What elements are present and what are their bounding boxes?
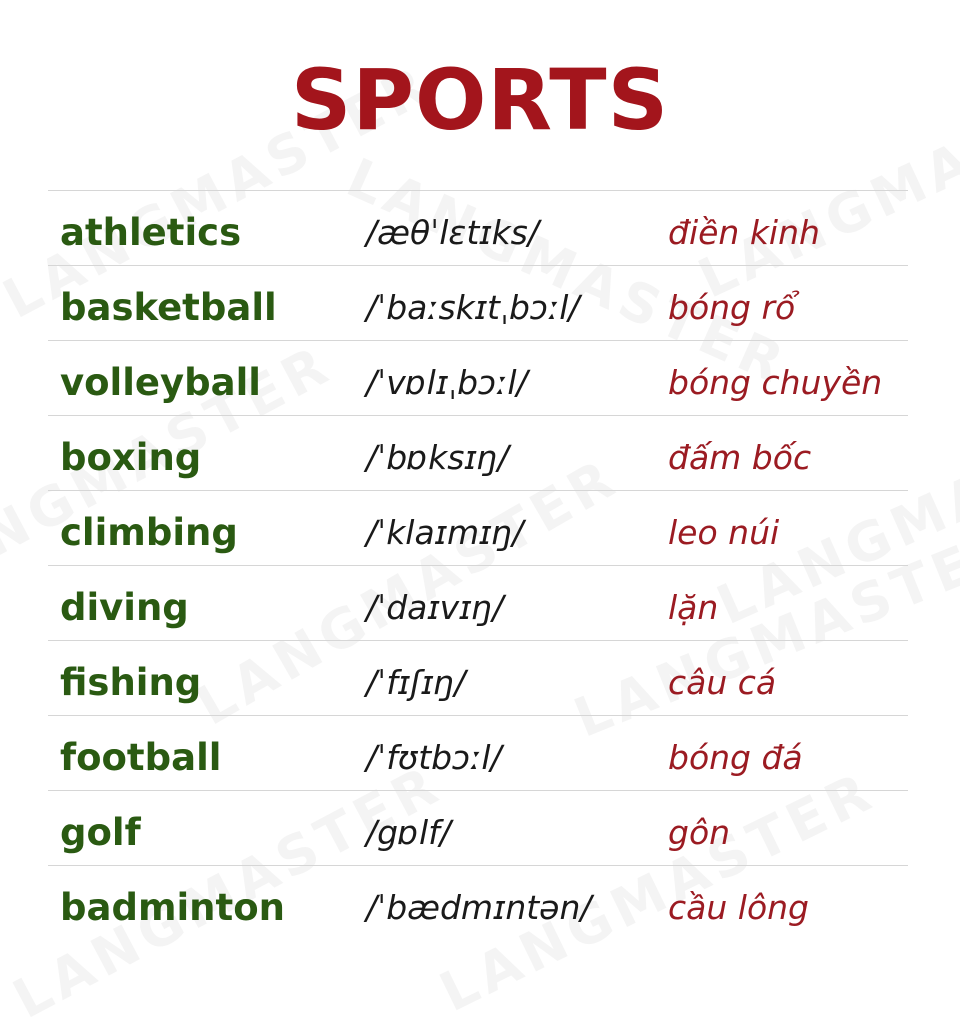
vocab-meaning: lặn xyxy=(668,588,719,627)
vocab-word: basketball xyxy=(60,286,277,329)
vocab-row: football /ˈfʊtbɔːl/ bóng đá xyxy=(48,716,908,791)
vocab-pronunciation: /ˈbædmɪntən/ xyxy=(366,888,592,927)
page-title: SPORTS xyxy=(290,51,670,149)
vocab-meaning: bóng rổ xyxy=(668,288,796,327)
vocab-meaning: leo núi xyxy=(668,513,780,552)
vocab-pronunciation: /ˈklaɪmɪŋ/ xyxy=(366,513,524,552)
vocab-row: diving /ˈdaɪvɪŋ/ lặn xyxy=(48,566,908,641)
vocab-pronunciation: /gɒlf/ xyxy=(366,813,451,852)
vocab-pronunciation: /ˈbɒksɪŋ/ xyxy=(366,438,509,477)
vocab-meaning: điền kinh xyxy=(668,213,820,252)
vocab-word: climbing xyxy=(60,511,238,554)
vocab-meaning: câu cá xyxy=(668,663,777,702)
vocab-word: athletics xyxy=(60,211,242,254)
vocab-meaning: bóng đá xyxy=(668,738,803,777)
vocab-pronunciation: /æθˈlɛtɪks/ xyxy=(366,213,539,252)
vocab-word: diving xyxy=(60,586,189,629)
vocabulary-table: athletics /æθˈlɛtɪks/ điền kinh basketba… xyxy=(48,190,908,940)
vocab-word: football xyxy=(60,736,222,779)
vocab-pronunciation: /ˈdaɪvɪŋ/ xyxy=(366,588,504,627)
vocab-row: fishing /ˈfɪʃɪŋ/ câu cá xyxy=(48,641,908,716)
vocab-word: boxing xyxy=(60,436,202,479)
vocab-pronunciation: /ˈfɪʃɪŋ/ xyxy=(366,663,466,702)
vocab-pronunciation: /ˈvɒlɪˌbɔːl/ xyxy=(366,363,528,402)
vocab-word: volleyball xyxy=(60,361,261,404)
vocab-meaning: bóng chuyền xyxy=(668,363,883,402)
vocab-meaning: cầu lông xyxy=(668,888,809,927)
vocab-row: golf /gɒlf/ gôn xyxy=(48,791,908,866)
vocab-word: fishing xyxy=(60,661,202,704)
vocab-row: badminton /ˈbædmɪntən/ cầu lông xyxy=(48,866,908,940)
vocab-word: badminton xyxy=(60,886,285,929)
vocab-row: volleyball /ˈvɒlɪˌbɔːl/ bóng chuyền xyxy=(48,341,908,416)
vocab-row: climbing /ˈklaɪmɪŋ/ leo núi xyxy=(48,491,908,566)
vocab-pronunciation: /ˈfʊtbɔːl/ xyxy=(366,738,502,777)
vocab-row: athletics /æθˈlɛtɪks/ điền kinh xyxy=(48,191,908,266)
vocab-meaning: gôn xyxy=(668,813,731,852)
vocab-meaning: đấm bốc xyxy=(668,438,812,477)
vocab-row: basketball /ˈbaːskɪtˌbɔːl/ bóng rổ xyxy=(48,266,908,341)
vocab-word: golf xyxy=(60,811,141,854)
vocab-row: boxing /ˈbɒksɪŋ/ đấm bốc xyxy=(48,416,908,491)
vocab-pronunciation: /ˈbaːskɪtˌbɔːl/ xyxy=(366,288,580,327)
